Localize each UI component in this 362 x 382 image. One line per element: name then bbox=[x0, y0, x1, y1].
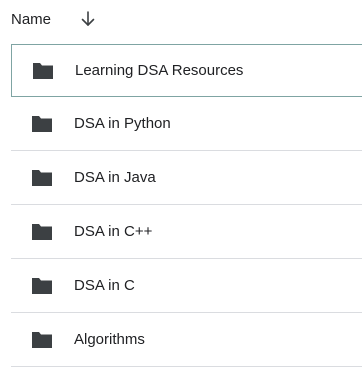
name-column-header[interactable]: Name bbox=[11, 11, 51, 29]
folder-row-dsa-in-c[interactable]: DSA in C bbox=[11, 260, 362, 313]
arrow-down-icon[interactable] bbox=[79, 10, 97, 28]
folder-row-learning-dsa-resources[interactable]: Learning DSA Resources bbox=[11, 44, 362, 97]
folder-name: Learning DSA Resources bbox=[75, 62, 244, 79]
folder-row-dsa-in-python[interactable]: DSA in Python bbox=[11, 98, 362, 151]
folder-icon bbox=[30, 330, 54, 350]
folder-name: Algorithms bbox=[74, 331, 145, 348]
folder-icon bbox=[30, 276, 54, 296]
folder-name: DSA in Python bbox=[74, 115, 171, 132]
folder-name: DSA in C bbox=[74, 277, 135, 294]
folder-row-dsa-in-cpp[interactable]: DSA in C++ bbox=[11, 206, 362, 259]
folder-icon bbox=[31, 61, 55, 81]
folder-name: DSA in Java bbox=[74, 169, 156, 186]
folder-icon bbox=[30, 222, 54, 242]
folder-row-algorithms[interactable]: Algorithms bbox=[11, 314, 362, 367]
folder-name: DSA in C++ bbox=[74, 223, 153, 240]
folder-icon bbox=[30, 114, 54, 134]
folder-icon bbox=[30, 168, 54, 188]
folder-row-dsa-in-java[interactable]: DSA in Java bbox=[11, 152, 362, 205]
list-header: Name bbox=[0, 0, 362, 42]
